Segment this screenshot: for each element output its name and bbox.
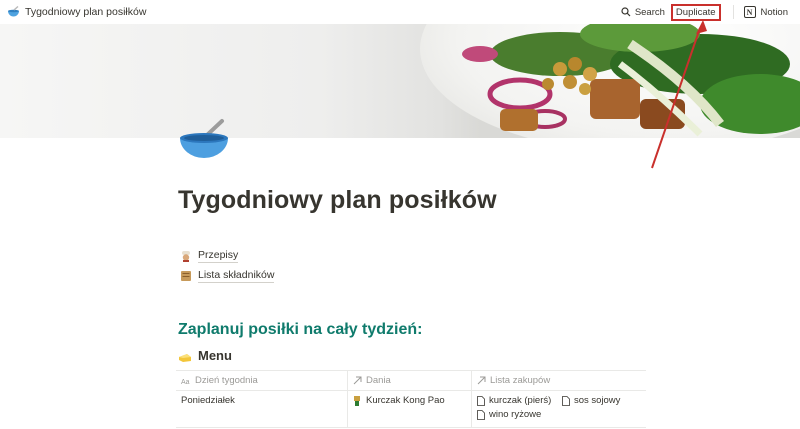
- duplicate-label: Duplicate: [675, 6, 716, 18]
- column-label: Lista zakupów: [490, 375, 551, 386]
- shopping-item-label: kurczak (pierś): [489, 395, 552, 406]
- butter-icon: [178, 351, 192, 362]
- shopping-cell[interactable]: kurczak (pierś) sos sojowy wino ryżowe: [472, 391, 646, 427]
- scroll-icon: [180, 270, 192, 282]
- dish-cell[interactable]: Kurczak Kong Pao: [348, 391, 472, 427]
- shopping-item-label: wino ryżowe: [489, 409, 542, 420]
- notion-button[interactable]: N Notion: [740, 4, 792, 20]
- divider: [732, 5, 734, 19]
- relation-arrow-icon: [353, 376, 362, 385]
- search-button[interactable]: Search: [617, 5, 669, 20]
- table-header: Aa Dzień tygodnia Dania Lista zakupów: [176, 371, 646, 391]
- link-label: Przepisy: [198, 249, 239, 263]
- menu-heading-label: Menu: [198, 348, 232, 363]
- section-heading: Zaplanuj posiłki na cały tydzień:: [178, 321, 423, 338]
- dish-label: Kurczak Kong Pao: [366, 395, 445, 406]
- page-bowl-icon[interactable]: [176, 118, 232, 166]
- salad-illustration: [462, 24, 800, 137]
- shopping-item[interactable]: wino ryżowe: [477, 409, 541, 420]
- link-label: Lista składników: [198, 269, 275, 283]
- table-row[interactable]: Poniedziałek Kurczak Kong Pao kurczak (p…: [176, 391, 646, 428]
- notion-label: Notion: [760, 6, 788, 18]
- text-property-icon: Aa: [181, 379, 190, 385]
- day-cell[interactable]: Poniedziałek: [176, 391, 348, 427]
- column-label: Dania: [366, 375, 391, 386]
- page-icon: [477, 395, 485, 406]
- link-lista-skladnikow[interactable]: Lista składników: [180, 269, 275, 283]
- cover-image: [0, 24, 800, 138]
- column-label: Dzień tygodnia: [195, 375, 258, 386]
- top-bar: Tygodniowy plan posiłków Search Duplicat…: [0, 0, 800, 24]
- column-header-day[interactable]: Aa Dzień tygodnia: [176, 371, 348, 390]
- search-label: Search: [634, 6, 665, 18]
- page-icon: [477, 409, 485, 420]
- relation-arrow-icon: [477, 376, 486, 385]
- shopping-item[interactable]: kurczak (pierś): [477, 395, 551, 406]
- notion-logo-icon: N: [743, 6, 756, 18]
- link-przepisy[interactable]: Przepisy: [180, 249, 239, 263]
- page-title: Tygodniowy plan posiłków: [178, 186, 497, 214]
- search-icon: [621, 7, 631, 17]
- column-header-dishes[interactable]: Dania: [348, 371, 472, 390]
- menu-heading: Menu: [178, 348, 232, 363]
- day-value: Poniedziałek: [181, 395, 235, 406]
- menu-table: Aa Dzień tygodnia Dania Lista zakupów Po…: [176, 370, 646, 428]
- dish-link[interactable]: Kurczak Kong Pao: [353, 395, 445, 406]
- breadcrumb[interactable]: Tygodniowy plan posiłków: [6, 5, 146, 19]
- page-icon: [562, 395, 570, 406]
- svg-text:Aa: Aa: [181, 379, 190, 385]
- bowl-icon: [6, 5, 20, 19]
- shopping-item[interactable]: sos sojowy: [562, 395, 620, 406]
- shopping-item-label: sos sojowy: [573, 395, 621, 406]
- chopsticks-icon: [353, 395, 361, 406]
- duplicate-button[interactable]: Duplicate: [670, 3, 721, 21]
- breadcrumb-title: Tygodniowy plan posiłków: [25, 6, 147, 18]
- column-header-shopping[interactable]: Lista zakupów: [472, 371, 646, 390]
- chef-icon: [180, 250, 192, 262]
